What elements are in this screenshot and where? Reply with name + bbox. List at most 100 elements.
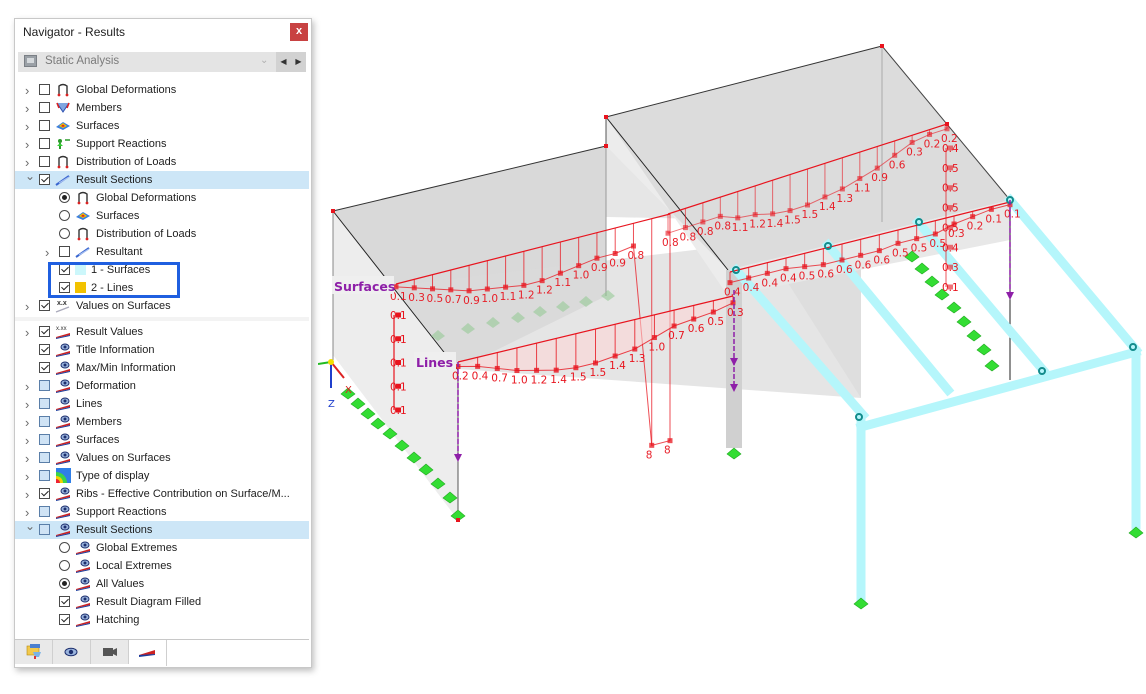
checkbox[interactable] xyxy=(39,102,50,113)
checkbox[interactable] xyxy=(39,300,50,311)
chevron-right-icon[interactable]: › xyxy=(25,101,34,116)
result-value-label: 0.4 xyxy=(743,282,760,294)
checkbox[interactable] xyxy=(39,362,50,373)
values-on-surfaces-icon: x.x xyxy=(55,298,71,313)
radio-button[interactable] xyxy=(59,560,70,571)
next-button[interactable]: ▶ xyxy=(291,52,306,72)
result-point xyxy=(553,367,559,373)
checkbox[interactable] xyxy=(39,120,50,131)
chevron-right-icon[interactable]: › xyxy=(25,119,34,134)
chevron-down-icon[interactable]: ⌄ xyxy=(260,55,268,66)
tree-item-distribution-of-loads[interactable]: › Distribution of Loads xyxy=(15,153,309,171)
tree-item-ribs-effective-contribution-on-surface-m[interactable]: › Ribs - Effective Contribution on Surfac… xyxy=(15,485,309,503)
tree-item-support-reactions[interactable]: › Support Reactions xyxy=(15,135,309,153)
radio-button[interactable] xyxy=(59,228,70,239)
tree-item-surfaces[interactable]: Surfaces xyxy=(15,207,309,225)
tab-views[interactable] xyxy=(91,640,129,664)
analysis-dropdown[interactable]: Static Analysis ⌄ ◀ ▶ xyxy=(18,52,306,72)
checkbox[interactable] xyxy=(39,326,50,337)
display-eye-icon xyxy=(55,342,71,357)
support-icon xyxy=(976,343,992,356)
chevron-right-icon[interactable]: › xyxy=(45,245,54,260)
model-viewport[interactable]: 0.1 0.3 0.5 0.7 0.9 1.0 1.1 1.2 1.2 1.1 1.0 0.9 0.9 0… xyxy=(317,0,1146,689)
node-point xyxy=(880,44,884,48)
tab-data[interactable] xyxy=(15,640,53,664)
close-button[interactable]: x xyxy=(290,23,308,41)
chevron-right-icon[interactable]: › xyxy=(25,451,34,466)
tree-item-all-values[interactable]: All Values xyxy=(15,575,309,593)
checkbox[interactable] xyxy=(39,380,50,391)
tree-item-values-on-surfaces[interactable]: › x.x Values on Surfaces xyxy=(15,297,309,315)
checkbox[interactable] xyxy=(39,156,50,167)
checkbox[interactable] xyxy=(39,398,50,409)
tree-item-members[interactable]: › Members xyxy=(15,413,309,431)
checkbox[interactable] xyxy=(39,344,50,355)
tree-item-global-deformations[interactable]: › Global Deformations xyxy=(15,81,309,99)
checkbox[interactable] xyxy=(39,84,50,95)
checkbox[interactable] xyxy=(39,524,50,535)
tree-item-resultant[interactable]: › Resultant xyxy=(15,243,309,261)
result-point xyxy=(691,316,697,322)
tab-results[interactable] xyxy=(129,640,167,666)
tree-item-title-information[interactable]: Title Information xyxy=(15,341,309,359)
checkbox[interactable] xyxy=(39,138,50,149)
chevron-right-icon[interactable]: › xyxy=(25,433,34,448)
previous-button[interactable]: ◀ xyxy=(276,52,291,72)
checkbox[interactable] xyxy=(39,434,50,445)
checkbox[interactable] xyxy=(39,488,50,499)
tree-item-lines[interactable]: › Lines xyxy=(15,395,309,413)
result-value-label: 0.8 xyxy=(714,220,731,232)
checkbox[interactable] xyxy=(39,470,50,481)
tree-item-global-deformations[interactable]: Global Deformations xyxy=(15,189,309,207)
tree-item-members[interactable]: › Members xyxy=(15,99,309,117)
checkbox[interactable] xyxy=(39,506,50,517)
chevron-down-icon[interactable]: ⌄ xyxy=(25,519,35,533)
model-3d-view[interactable]: 0.1 0.3 0.5 0.7 0.9 1.0 1.1 1.2 1.21.11.00.9 0.90… xyxy=(317,0,1146,689)
result-value-label: 0.9 xyxy=(609,258,626,270)
tree-item-label: Values on Surfaces xyxy=(76,300,171,312)
tree-item-result-diagram-filled[interactable]: Result Diagram Filled xyxy=(15,593,309,611)
chevron-right-icon[interactable]: › xyxy=(25,299,34,314)
chevron-right-icon[interactable]: › xyxy=(25,487,34,502)
tree-item-surfaces[interactable]: › Surfaces xyxy=(15,117,309,135)
chevron-right-icon[interactable]: › xyxy=(25,155,34,170)
chevron-right-icon[interactable]: › xyxy=(25,415,34,430)
checkbox[interactable] xyxy=(39,416,50,427)
tree-item-local-extremes[interactable]: Local Extremes xyxy=(15,557,309,575)
support-icon xyxy=(350,397,366,410)
tree-item-result-sections[interactable]: ⌄ Result Sections xyxy=(15,169,309,189)
chevron-right-icon[interactable]: › xyxy=(25,137,34,152)
radio-button[interactable] xyxy=(59,542,70,553)
tree-item-result-values[interactable]: › x.xx Result Values xyxy=(15,323,309,341)
tree-item-distribution-of-loads[interactable]: Distribution of Loads xyxy=(15,225,309,243)
tree-item-surfaces[interactable]: › Surfaces xyxy=(15,431,309,449)
tree-item-max-min-information[interactable]: Max/Min Information xyxy=(15,359,309,377)
radio-button[interactable] xyxy=(59,578,70,589)
chevron-right-icon[interactable]: › xyxy=(25,379,34,394)
result-value-label: 1.0 xyxy=(481,293,498,305)
radio-button[interactable] xyxy=(59,192,70,203)
tree-item-deformation[interactable]: › Deformation xyxy=(15,377,309,395)
chevron-right-icon[interactable]: › xyxy=(25,325,34,340)
chevron-right-icon[interactable]: › xyxy=(25,505,34,520)
checkbox[interactable] xyxy=(59,246,70,257)
result-point xyxy=(667,438,673,444)
tree-item-label: Result Sections xyxy=(76,174,153,186)
tree-item-hatching[interactable]: Hatching xyxy=(15,611,309,629)
checkbox[interactable] xyxy=(39,452,50,463)
result-value-label: 1.1 xyxy=(554,277,571,289)
checkbox[interactable] xyxy=(59,614,70,625)
tree-item-global-extremes[interactable]: Global Extremes xyxy=(15,539,309,557)
tree-item-support-reactions[interactable]: › Support Reactions xyxy=(15,503,309,521)
tree-item-result-sections[interactable]: ⌄ Result Sections xyxy=(15,519,309,539)
tree-item-type-of-display[interactable]: › Type of display xyxy=(15,467,309,485)
chevron-right-icon[interactable]: › xyxy=(25,397,34,412)
checkbox[interactable] xyxy=(59,596,70,607)
chevron-down-icon[interactable]: ⌄ xyxy=(25,169,35,183)
tree-item-values-on-surfaces[interactable]: › Values on Surfaces xyxy=(15,449,309,467)
radio-button[interactable] xyxy=(59,210,70,221)
chevron-right-icon[interactable]: › xyxy=(25,469,34,484)
tab-display[interactable] xyxy=(53,640,91,664)
chevron-right-icon[interactable]: › xyxy=(25,83,34,98)
checkbox[interactable] xyxy=(39,174,50,185)
